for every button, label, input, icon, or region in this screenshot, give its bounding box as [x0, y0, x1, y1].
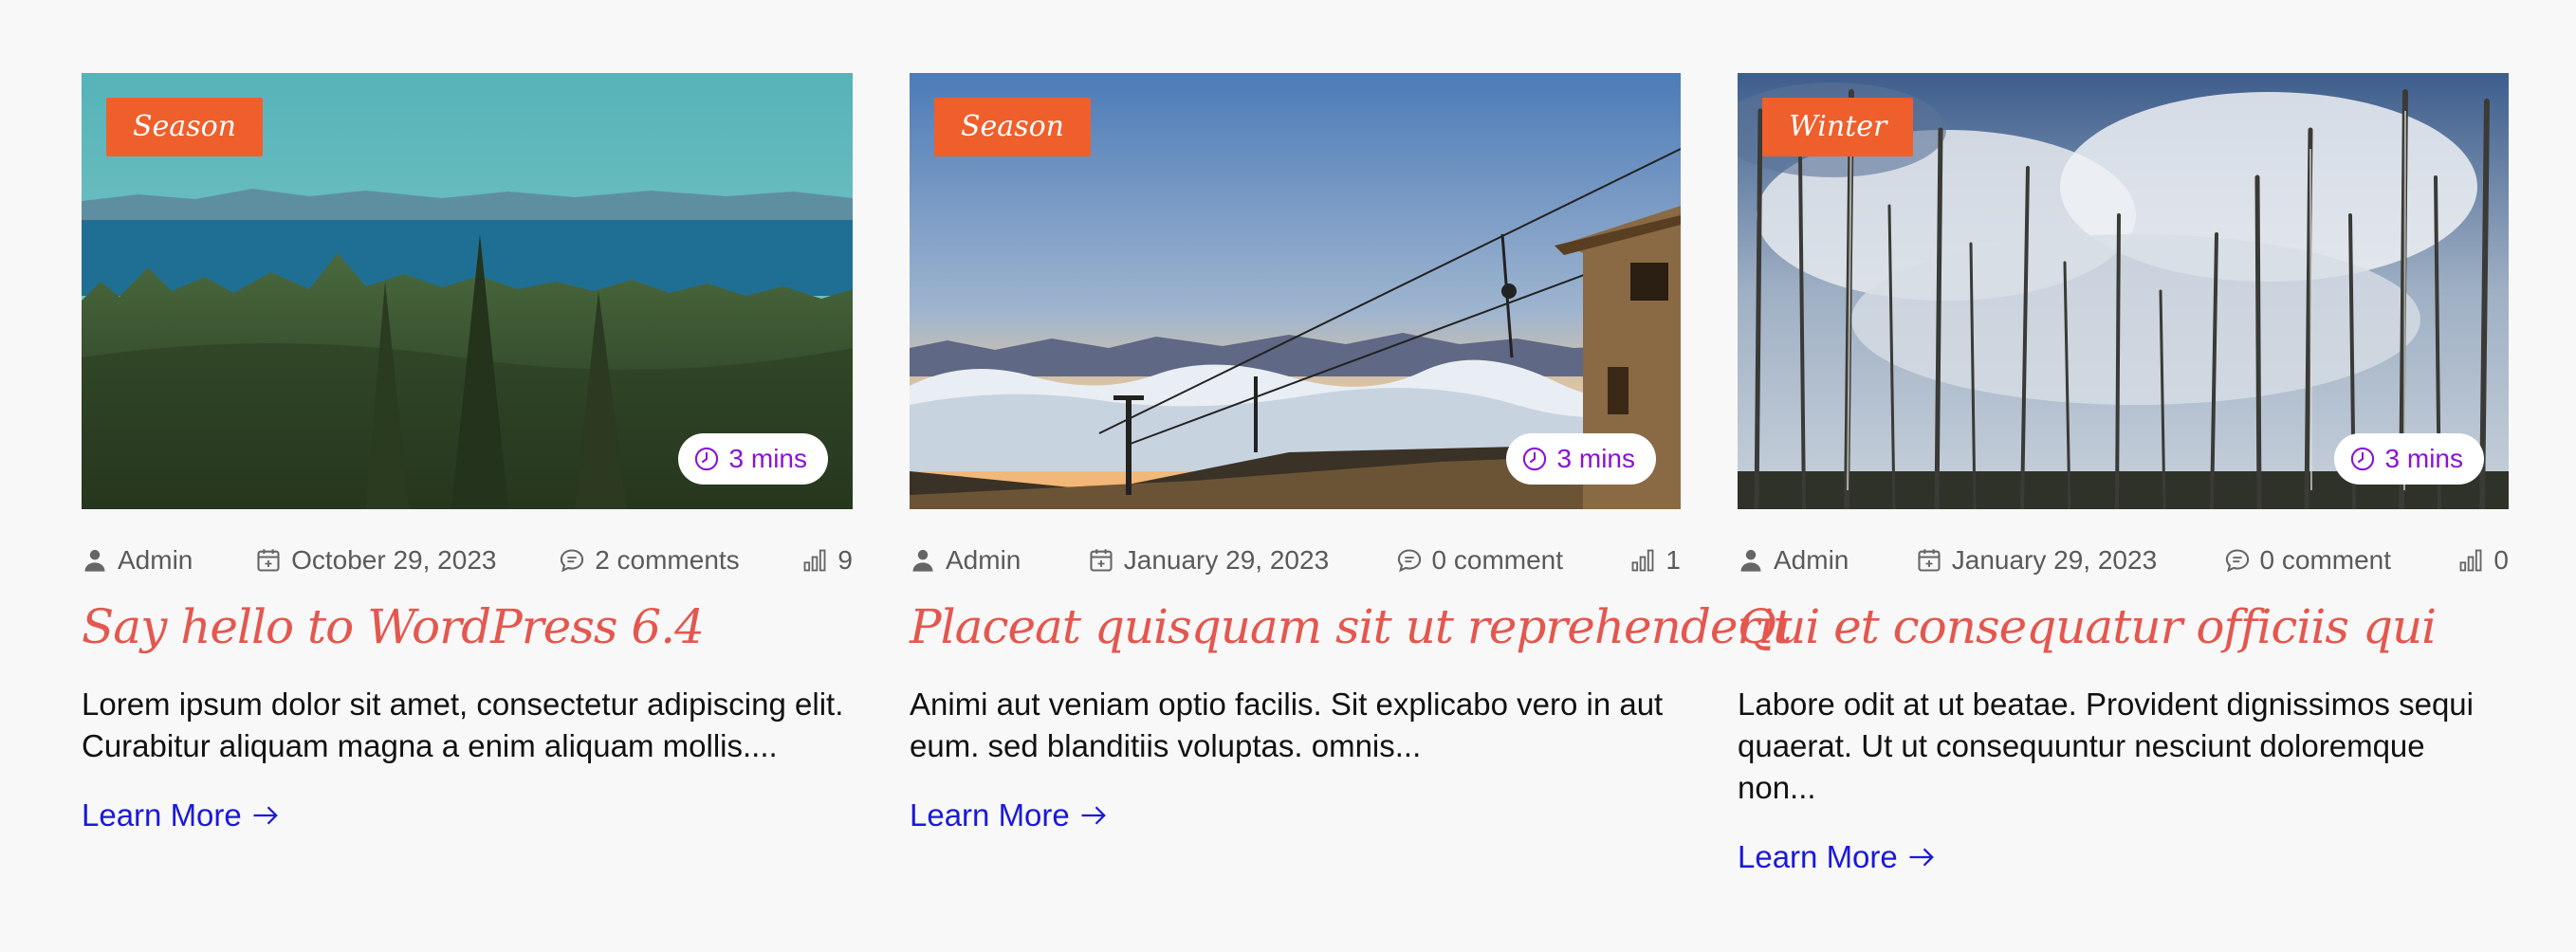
arrow-right-icon	[1079, 801, 1108, 830]
clock-icon	[693, 446, 720, 472]
learn-more-link[interactable]: Learn More	[1738, 839, 1936, 875]
author-name: Admin	[118, 545, 193, 575]
bar-chart-icon	[2457, 547, 2484, 574]
date-text: October 29, 2023	[291, 545, 497, 575]
comment-icon	[2224, 547, 2251, 574]
post-grid: Season 3 mins Admin October 29, 2023 2 c…	[82, 73, 2509, 875]
post-meta: Admin October 29, 2023 2 comments 9	[82, 541, 853, 579]
category-badge[interactable]: Season	[934, 98, 1091, 156]
read-time-badge: 3 mins	[677, 433, 828, 485]
post-meta: Admin January 29, 2023 0 comment 0	[1738, 541, 2509, 579]
arrow-right-icon	[251, 801, 280, 830]
post-author[interactable]: Admin	[910, 545, 1021, 576]
comment-icon	[1396, 547, 1423, 574]
post-date[interactable]: October 29, 2023	[255, 545, 496, 576]
user-icon	[1738, 547, 1764, 574]
comment-icon	[559, 547, 585, 574]
post-comments[interactable]: 0 comment	[1396, 545, 1564, 576]
comments-text: 0 comment	[2259, 545, 2392, 575]
post-meta: Admin January 29, 2023 0 comment 1	[910, 541, 1681, 579]
user-icon	[910, 547, 936, 574]
calendar-icon	[255, 547, 282, 574]
comments-text: 2 comments	[595, 545, 740, 575]
date-text: January 29, 2023	[1123, 545, 1330, 575]
comments-text: 0 comment	[1431, 545, 1564, 575]
learn-more-link[interactable]: Learn More	[910, 797, 1108, 833]
author-name: Admin	[1774, 545, 1849, 575]
post-card: Winter 3 mins Admin January 29, 2023 0 c…	[1738, 73, 2509, 875]
post-date[interactable]: January 29, 2023	[1088, 545, 1329, 576]
post-excerpt: Labore odit at ut beatae. Provident dign…	[1738, 687, 2474, 805]
bar-chart-icon	[1629, 547, 1656, 574]
read-time-badge: 3 mins	[2333, 433, 2484, 485]
post-title[interactable]: Qui et consequatur officiis qui	[1738, 591, 2509, 663]
category-badge[interactable]: Winter	[1762, 98, 1914, 156]
date-text: January 29, 2023	[1951, 545, 2158, 575]
clock-icon	[2349, 446, 2376, 472]
views-count: 1	[1665, 545, 1681, 575]
post-excerpt: Lorem ipsum dolor sit amet, consectetur …	[82, 687, 844, 763]
post-card: Season 3 mins Admin January 29, 2023 0 c…	[910, 73, 1792, 875]
category-badge[interactable]: Season	[106, 98, 263, 156]
read-time-text: 3 mins	[728, 444, 807, 473]
clock-icon	[1521, 446, 1548, 472]
post-author[interactable]: Admin	[82, 545, 193, 576]
calendar-icon	[1088, 547, 1114, 574]
post-author[interactable]: Admin	[1738, 545, 1849, 576]
post-comments[interactable]: 2 comments	[559, 545, 740, 576]
bar-chart-icon	[801, 547, 828, 574]
learn-more-label: Learn More	[910, 797, 1070, 833]
post-thumbnail[interactable]: Season 3 mins	[910, 73, 1681, 509]
views-count: 9	[837, 545, 853, 575]
learn-more-link[interactable]: Learn More	[82, 797, 280, 833]
post-card: Season 3 mins Admin October 29, 2023 2 c…	[82, 73, 853, 875]
learn-more-label: Learn More	[1738, 839, 1898, 874]
post-views: 9	[801, 545, 853, 576]
calendar-icon	[1916, 547, 1942, 574]
post-excerpt: Animi aut veniam optio facilis. Sit expl…	[910, 687, 1664, 763]
post-title[interactable]: Say hello to WordPress 6.4	[82, 591, 853, 663]
post-comments[interactable]: 0 comment	[2224, 545, 2392, 576]
author-name: Admin	[946, 545, 1021, 575]
post-title[interactable]: Placeat quisquam sit ut reprehenderit	[910, 591, 1792, 663]
views-count: 0	[2493, 545, 2509, 575]
post-views: 1	[1629, 545, 1681, 576]
user-icon	[82, 547, 108, 574]
arrow-right-icon	[1907, 843, 1936, 871]
read-time-text: 3 mins	[1556, 444, 1635, 473]
learn-more-label: Learn More	[82, 797, 242, 833]
post-date[interactable]: January 29, 2023	[1916, 545, 2157, 576]
read-time-text: 3 mins	[2384, 444, 2463, 473]
post-views: 0	[2457, 545, 2509, 576]
post-thumbnail[interactable]: Season 3 mins	[82, 73, 853, 509]
read-time-badge: 3 mins	[1505, 433, 1656, 485]
post-thumbnail[interactable]: Winter 3 mins	[1738, 73, 2509, 509]
